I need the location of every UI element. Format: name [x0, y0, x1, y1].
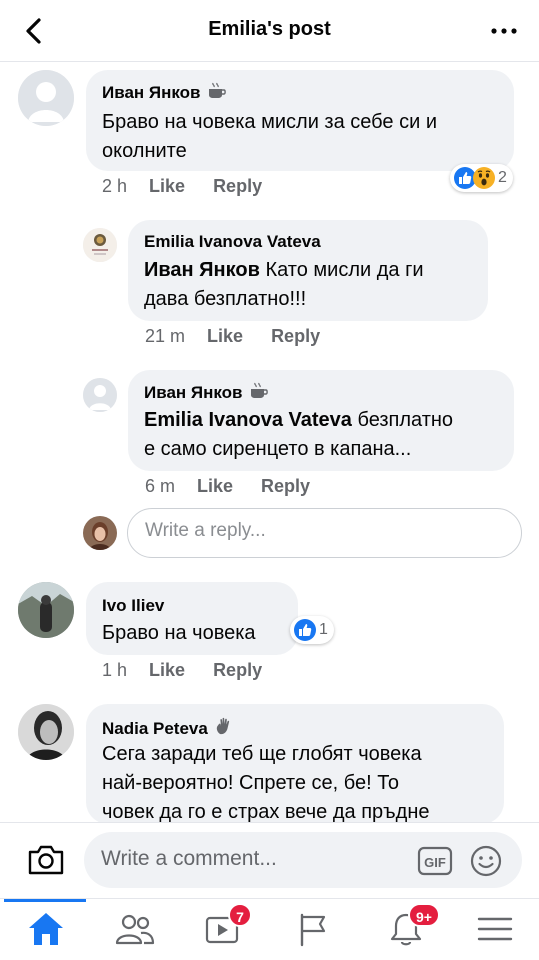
home-icon	[29, 913, 63, 945]
camera-button[interactable]	[26, 842, 66, 878]
like-button[interactable]: Like	[197, 476, 233, 496]
avatar[interactable]	[18, 582, 74, 638]
watch-badge: 7	[228, 903, 252, 927]
comment-author[interactable]: Иван Янков	[102, 82, 227, 105]
gif-label: GIF	[424, 855, 446, 870]
like-button[interactable]: Like	[207, 326, 243, 346]
reply-input[interactable]	[145, 520, 505, 542]
comment-input[interactable]	[101, 847, 401, 871]
reply-button[interactable]: Reply	[213, 660, 262, 680]
avatar[interactable]	[18, 704, 74, 760]
comment-bubble[interactable]: Иван Янков Emilia Ivanova Vateva безплат…	[128, 370, 514, 471]
comment-composer: GIF	[0, 822, 539, 898]
like-button[interactable]: Like	[149, 660, 185, 680]
bottom-tab-bar: 7 9+	[0, 898, 539, 960]
comment-text: Браво на човека	[102, 622, 256, 644]
comment-bubble[interactable]: Ivo Iliev Браво на човека	[86, 582, 298, 655]
waving-hand-icon	[214, 716, 234, 741]
gif-button[interactable]: GIF	[417, 845, 453, 877]
page-title: Emilia's post	[208, 18, 331, 40]
friends-icon	[115, 914, 155, 945]
avatar[interactable]	[18, 70, 74, 126]
like-reaction-icon	[294, 619, 316, 641]
mention-link[interactable]: Иван Янков	[144, 259, 260, 281]
comment-text: Браво на човека мисли за себе си и околн…	[102, 111, 437, 162]
profile-photo-icon	[18, 704, 74, 760]
notifications-badge: 9+	[408, 903, 440, 927]
reply-button[interactable]: Reply	[271, 326, 320, 346]
profile-photo-icon	[83, 516, 117, 550]
emoji-button[interactable]	[469, 844, 503, 878]
reply-button[interactable]: Reply	[261, 476, 310, 496]
comment-meta: 21 m Like Reply	[145, 326, 348, 347]
reply-field[interactable]	[127, 508, 522, 558]
comment-author[interactable]: Ivo Iliev	[102, 596, 164, 616]
tab-menu[interactable]	[473, 909, 517, 949]
profile-photo-icon	[18, 582, 74, 638]
comment-text: Сега заради теб ще глобят човека най-вер…	[102, 743, 430, 823]
comment-time: 6 m	[145, 476, 176, 496]
coffee-cup-icon	[249, 382, 269, 405]
tab-friends[interactable]	[113, 909, 157, 949]
more-horizontal-icon	[491, 28, 517, 34]
avatar[interactable]	[83, 378, 117, 412]
reaction-summary[interactable]: 1	[290, 616, 334, 644]
comment-meta: 1 h Like Reply	[102, 660, 290, 681]
active-tab-indicator	[4, 899, 86, 902]
reaction-count: 2	[498, 169, 507, 186]
comment-meta: 6 m Like Reply	[145, 476, 338, 497]
comment-text: Emilia Ivanova Vateva безплатно е само с…	[144, 409, 454, 460]
default-user-icon	[18, 70, 74, 126]
comment-author[interactable]: Nadia Peteva	[102, 716, 234, 741]
comment-time: 21 m	[145, 326, 186, 346]
comment-bubble[interactable]: Emilia Ivanova Vateva Иван Янков Като ми…	[128, 220, 488, 321]
comment-bubble[interactable]: Nadia Peteva Сега заради теб ще глобят ч…	[86, 704, 504, 824]
default-user-icon	[83, 378, 117, 412]
reaction-count: 1	[319, 621, 328, 638]
hamburger-menu-icon	[477, 917, 513, 941]
like-button[interactable]: Like	[149, 176, 185, 196]
wow-reaction-icon	[473, 167, 495, 189]
gif-icon: GIF	[417, 846, 453, 876]
comment-author[interactable]: Иван Янков	[144, 382, 269, 405]
avatar[interactable]	[83, 228, 117, 262]
comment-time: 2 h	[102, 176, 128, 196]
more-options-button[interactable]	[487, 14, 521, 48]
tab-pages[interactable]	[291, 909, 335, 949]
top-bar: Emilia's post	[0, 0, 539, 62]
comment-field[interactable]: GIF	[84, 832, 522, 888]
comment-bubble[interactable]: Иван Янков Браво на човека мисли за себе…	[86, 70, 514, 171]
camera-icon	[28, 845, 64, 875]
mention-link[interactable]: Emilia Ivanova Vateva	[144, 409, 352, 431]
tab-home[interactable]	[24, 909, 68, 949]
comment-meta: 2 h Like Reply	[102, 176, 290, 197]
comment-text: Иван Янков Като мисли да ги дава безплат…	[144, 259, 424, 310]
comment-time: 1 h	[102, 660, 128, 680]
smiley-icon	[470, 845, 502, 877]
flag-icon	[300, 913, 326, 947]
comment-author[interactable]: Emilia Ivanova Vateva	[144, 232, 321, 252]
profile-photo-icon	[83, 228, 117, 262]
reply-button[interactable]: Reply	[213, 176, 262, 196]
current-user-avatar	[83, 516, 117, 550]
coffee-cup-icon	[207, 82, 227, 105]
reaction-summary[interactable]: 2	[450, 164, 513, 192]
